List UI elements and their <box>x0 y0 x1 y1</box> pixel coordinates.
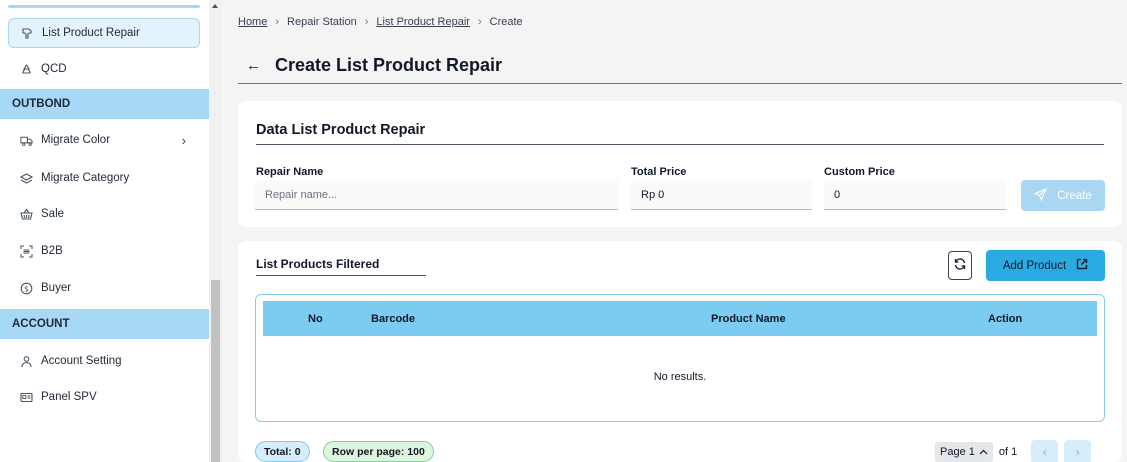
list-products-card: List Products Filtered Add Product No Ba… <box>238 241 1122 462</box>
caret-up-icon <box>979 446 988 458</box>
breadcrumb-repair-station: Repair Station <box>287 16 357 28</box>
basket-icon <box>20 208 33 221</box>
create-button-label: Create <box>1057 189 1092 202</box>
repair-name-input[interactable] <box>255 180 618 210</box>
sidebar-item-migrate-color[interactable]: Migrate Color › <box>8 125 200 155</box>
sidebar-item-label: Migrate Category <box>41 172 130 184</box>
sidebar-top-indicator <box>8 5 200 8</box>
sidebar-item-sale[interactable]: Sale <box>8 199 200 229</box>
empty-state-text: No results. <box>653 371 707 383</box>
custom-price-input[interactable] <box>824 180 1006 210</box>
sidebar-item-label: Panel SPV <box>41 391 97 403</box>
products-title: List Products Filtered <box>256 257 380 271</box>
sidebar-section-outbound: OUTBOND <box>0 89 209 119</box>
sidebar-item-list-product-repair[interactable]: List Product Repair <box>8 18 200 48</box>
external-link-icon <box>1076 258 1088 273</box>
back-arrow-icon[interactable]: ← <box>246 57 261 74</box>
layers-icon <box>20 172 33 185</box>
svg-text:$: $ <box>24 284 29 293</box>
sidebar-item-label: List Product Repair <box>42 27 140 39</box>
add-product-button[interactable]: Add Product <box>986 250 1105 281</box>
user-icon <box>20 355 33 368</box>
page-select[interactable]: Page 1 <box>935 442 993 462</box>
sidebar-item-label: B2B <box>41 245 63 257</box>
sidebar: List Product Repair QCD OUTBOND Migrate … <box>0 0 222 462</box>
column-header-action: Action <box>988 313 1023 325</box>
sidebar-item-account-setting[interactable]: Account Setting <box>8 346 200 376</box>
sidebar-item-label: Sale <box>41 208 65 220</box>
sidebar-item-panel-spv[interactable]: Panel SPV <box>8 382 200 412</box>
column-header-product-name: Product Name <box>711 313 786 325</box>
page-of-label: of 1 <box>998 446 1018 458</box>
chevron-right-icon[interactable]: › <box>182 133 186 148</box>
header-divider <box>238 83 1122 84</box>
products-title-divider <box>256 275 426 276</box>
sidebar-item-migrate-category[interactable]: Migrate Category <box>8 163 200 193</box>
sidebar-item-label: Account Setting <box>41 355 122 367</box>
page-select-label: Page 1 <box>940 446 975 458</box>
sidebar-item-qcd[interactable]: QCD <box>8 54 200 84</box>
sidebar-item-buyer[interactable]: $ Buyer <box>8 273 200 303</box>
sidebar-item-label: Migrate Color <box>41 134 111 146</box>
form-title-divider <box>256 144 1104 145</box>
recycle-icon <box>20 63 33 76</box>
scroll-up-arrow-icon[interactable] <box>212 4 218 8</box>
send-icon <box>1033 187 1048 204</box>
sidebar-item-b2b[interactable]: B2B <box>8 236 200 266</box>
column-header-barcode: Barcode <box>371 313 416 325</box>
scrollbar-thumb[interactable] <box>211 280 220 462</box>
sidebar-scroll-area: List Product Repair QCD OUTBOND Migrate … <box>0 0 209 462</box>
column-header-no: No <box>308 313 323 325</box>
total-badge: Total: 0 <box>255 441 310 462</box>
dollar-circle-icon: $ <box>20 282 33 295</box>
data-list-product-repair-card: Data List Product Repair Repair Name Tot… <box>238 101 1122 227</box>
breadcrumb-current: Create <box>489 16 523 28</box>
total-price-input[interactable] <box>631 180 812 210</box>
breadcrumb-separator: › <box>477 16 482 28</box>
page-header: ← Create List Product Repair <box>246 55 502 76</box>
breadcrumb-separator: › <box>275 16 280 28</box>
sidebar-item-label: Buyer <box>41 282 72 294</box>
pagination: Page 1 of 1 ‹ › <box>935 440 1092 462</box>
custom-price-label: Custom Price <box>824 166 895 178</box>
refresh-button[interactable] <box>948 251 972 280</box>
rows-per-page-badge[interactable]: Row per page: 100 <box>323 441 434 462</box>
breadcrumb-separator: › <box>364 16 369 28</box>
refresh-icon <box>954 258 966 273</box>
repair-icon <box>21 27 34 40</box>
id-card-icon <box>20 391 33 404</box>
sidebar-item-label: QCD <box>41 63 67 75</box>
next-page-button[interactable]: › <box>1064 440 1092 462</box>
form-title: Data List Product Repair <box>256 122 426 138</box>
table-header: No Barcode Product Name Action <box>263 301 1097 336</box>
repair-name-label: Repair Name <box>256 166 324 178</box>
products-table: No Barcode Product Name Action No result… <box>255 294 1105 422</box>
total-price-label: Total Price <box>631 166 687 178</box>
sidebar-section-account: ACCOUNT <box>0 309 209 339</box>
add-product-label: Add Product <box>1002 259 1067 272</box>
truck-icon <box>20 134 33 147</box>
scan-icon <box>20 244 33 258</box>
breadcrumb-list-product-repair-link[interactable]: List Product Repair <box>376 16 470 28</box>
create-button[interactable]: Create <box>1021 180 1105 211</box>
breadcrumb: Home › Repair Station › List Product Rep… <box>238 16 523 28</box>
sidebar-scrollbar[interactable] <box>209 0 222 462</box>
page-title: Create List Product Repair <box>275 55 503 75</box>
prev-page-button[interactable]: ‹ <box>1031 440 1059 462</box>
breadcrumb-home-link[interactable]: Home <box>238 16 267 28</box>
